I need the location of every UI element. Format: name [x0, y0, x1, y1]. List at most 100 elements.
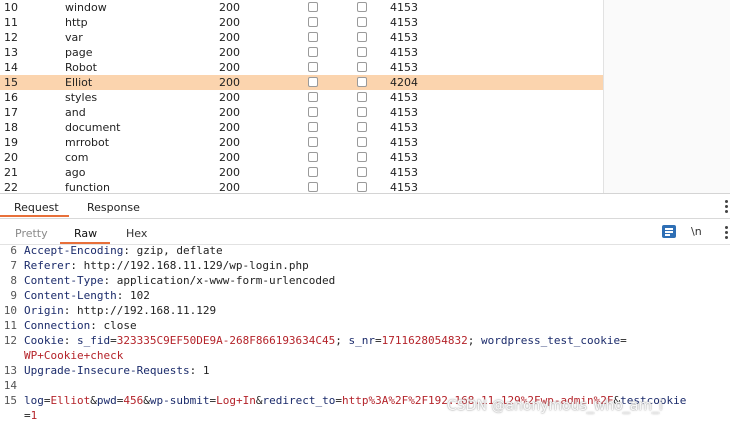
row-status: 200: [219, 136, 240, 149]
row-error-checkbox[interactable]: [308, 77, 318, 87]
token: wp-submit: [149, 394, 210, 407]
row-timeout-checkbox[interactable]: [357, 92, 367, 102]
row-payload: window: [65, 1, 107, 14]
token: : 1: [189, 364, 210, 377]
line-text: Content-Length: 102: [24, 288, 150, 303]
row-error-checkbox[interactable]: [308, 107, 318, 117]
row-timeout-checkbox[interactable]: [357, 137, 367, 147]
token: =: [24, 409, 31, 422]
token: Elliot: [50, 394, 91, 407]
table-row[interactable]: 14 Robot 200 4153: [0, 60, 603, 75]
row-status: 200: [219, 61, 240, 74]
table-row[interactable]: 19 mrrobot 200 4153: [0, 135, 603, 150]
token: WP+Cookie+check: [24, 349, 124, 362]
row-payload: styles: [65, 91, 98, 104]
row-number: 10: [4, 1, 18, 14]
row-length: 4153: [390, 166, 418, 179]
table-row[interactable]: 15 Elliot 200 4204: [0, 75, 603, 90]
row-timeout-checkbox[interactable]: [357, 152, 367, 162]
token: s_fid: [77, 334, 111, 347]
tab-response[interactable]: Response: [87, 194, 140, 218]
token: =: [43, 394, 51, 407]
word-wrap-icon[interactable]: [662, 225, 676, 238]
row-status: 200: [219, 106, 240, 119]
row-payload: Elliot: [65, 76, 93, 89]
tab-pretty[interactable]: Pretty: [15, 220, 48, 242]
token: Origin: [24, 304, 64, 317]
row-payload: page: [65, 46, 93, 59]
request-response-tabs: Request Response: [0, 194, 730, 219]
row-timeout-checkbox[interactable]: [357, 182, 367, 192]
row-length: 4204: [390, 76, 418, 89]
line-number: 7: [10, 259, 17, 272]
token: Connection: [24, 319, 91, 332]
tab-raw[interactable]: Raw: [74, 220, 97, 242]
table-row[interactable]: 21 ago 200 4153: [0, 165, 603, 180]
table-row[interactable]: 20 com 200 4153: [0, 150, 603, 165]
table-row[interactable]: 16 styles 200 4153: [0, 90, 603, 105]
row-payload: Robot: [65, 61, 97, 74]
token: 1: [30, 409, 38, 422]
table-row[interactable]: 22 function 200 4153: [0, 180, 603, 193]
row-status: 200: [219, 46, 240, 59]
row-timeout-checkbox[interactable]: [357, 107, 367, 117]
row-number: 11: [4, 16, 18, 29]
row-error-checkbox[interactable]: [308, 32, 318, 42]
row-error-checkbox[interactable]: [308, 137, 318, 147]
token: =: [375, 334, 382, 347]
token: redirect_to: [262, 394, 336, 407]
table-empty-area: [604, 0, 730, 193]
table-row[interactable]: 10 window 200 4153: [0, 0, 603, 15]
row-timeout-checkbox[interactable]: [357, 47, 367, 57]
tab-hex[interactable]: Hex: [126, 220, 147, 242]
row-error-checkbox[interactable]: [308, 122, 318, 132]
table-row[interactable]: 13 page 200 4153: [0, 45, 603, 60]
row-timeout-checkbox[interactable]: [357, 32, 367, 42]
row-error-checkbox[interactable]: [308, 17, 318, 27]
token: &: [143, 394, 150, 407]
row-timeout-checkbox[interactable]: [357, 77, 367, 87]
row-payload: function: [65, 181, 110, 193]
row-error-checkbox[interactable]: [308, 182, 318, 192]
line-number: 10: [3, 304, 17, 317]
kebab-menu-icon[interactable]: [725, 226, 728, 241]
token: Cookie: [24, 334, 64, 347]
row-timeout-checkbox[interactable]: [357, 62, 367, 72]
row-number: 16: [4, 91, 18, 104]
row-number: 13: [4, 46, 18, 59]
row-payload: com: [65, 151, 89, 164]
table-row[interactable]: 18 document 200 4153: [0, 120, 603, 135]
row-number: 20: [4, 151, 18, 164]
token: =: [335, 394, 342, 407]
row-timeout-checkbox[interactable]: [357, 122, 367, 132]
row-payload: document: [65, 121, 121, 134]
row-error-checkbox[interactable]: [308, 92, 318, 102]
row-error-checkbox[interactable]: [308, 47, 318, 57]
row-number: 12: [4, 31, 18, 44]
table-row[interactable]: 17 and 200 4153: [0, 105, 603, 120]
token: : http://192.168.11.129/wp-login.php: [70, 259, 309, 272]
row-payload: var: [65, 31, 83, 44]
row-length: 4153: [390, 151, 418, 164]
row-number: 21: [4, 166, 18, 179]
row-timeout-checkbox[interactable]: [357, 167, 367, 177]
token: Accept-Encoding: [24, 244, 124, 257]
row-number: 18: [4, 121, 18, 134]
row-error-checkbox[interactable]: [308, 2, 318, 12]
intruder-results-table: 10 window 200 4153 11 http 200 4153 12 var 200 4153…: [0, 0, 730, 193]
row-error-checkbox[interactable]: [308, 167, 318, 177]
newline-toggle[interactable]: \n: [691, 222, 702, 241]
token: : 102: [116, 289, 150, 302]
token: s_nr: [348, 334, 376, 347]
kebab-menu-icon[interactable]: [725, 200, 728, 215]
row-error-checkbox[interactable]: [308, 62, 318, 72]
line-number: 14: [3, 379, 17, 392]
row-length: 4153: [390, 136, 418, 149]
table-row[interactable]: 11 http 200 4153: [0, 15, 603, 30]
table-row[interactable]: 12 var 200 4153: [0, 30, 603, 45]
row-timeout-checkbox[interactable]: [357, 2, 367, 12]
row-timeout-checkbox[interactable]: [357, 17, 367, 27]
row-error-checkbox[interactable]: [308, 152, 318, 162]
line-number: 12: [3, 334, 17, 347]
tab-request-underline: [0, 215, 69, 217]
